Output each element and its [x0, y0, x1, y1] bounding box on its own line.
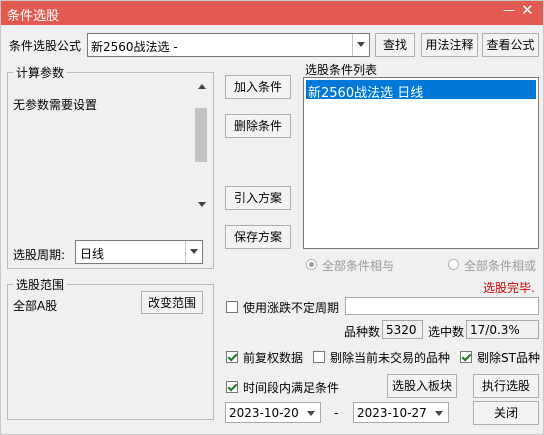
params-text: 无参数需要设置: [13, 98, 98, 112]
formula-select[interactable]: 新2560战法选 -: [87, 33, 370, 57]
scroll-down-icon[interactable]: [198, 202, 206, 207]
delete-condition-button[interactable]: 删除条件: [225, 114, 291, 138]
formula-select-value: 新2560战法选 -: [91, 40, 178, 54]
title-bar: 条件选股 — ✕: [1, 1, 543, 25]
stock-selection-dialog: 条件选股 — ✕ 条件选股公式 新2560战法选 - 查找 用法注释 查看公式 …: [0, 0, 544, 435]
in-period-label: 时间段内满足条件: [243, 381, 340, 395]
add-to-block-button[interactable]: 选股入板块: [387, 374, 457, 398]
add-condition-button[interactable]: 加入条件: [225, 75, 291, 99]
execute-selection-button[interactable]: 执行选股: [473, 374, 539, 398]
save-scheme-button[interactable]: 保存方案: [225, 225, 291, 249]
count-field: 5320: [382, 320, 423, 339]
pre-adjust-checkbox[interactable]: [226, 351, 238, 363]
find-button[interactable]: 查找: [375, 33, 415, 57]
exclude-st-label: 剔除ST品种: [477, 351, 540, 365]
chevron-down-icon[interactable]: [303, 403, 320, 422]
start-date-value: 2023-10-20: [229, 406, 299, 420]
params-group-label: 计算参数: [13, 64, 68, 81]
chevron-down-icon[interactable]: [185, 241, 202, 263]
import-scheme-button[interactable]: 引入方案: [225, 186, 291, 210]
end-date-picker[interactable]: 2023-10-27: [353, 402, 449, 423]
chevron-down-icon[interactable]: [431, 403, 448, 422]
count-value: 5320: [386, 323, 417, 337]
scope-value: 全部A股: [13, 299, 58, 313]
pre-adjust-label: 前复权数据: [243, 351, 304, 365]
scroll-thumb[interactable]: [195, 108, 207, 162]
formula-label: 条件选股公式: [9, 39, 82, 53]
condition-list-label: 选股条件列表: [305, 63, 378, 77]
count-label: 品种数: [344, 325, 381, 339]
condition-list[interactable]: 新2560战法选 日线: [303, 77, 539, 249]
params-scrollbar[interactable]: [194, 80, 209, 212]
exclude-untraded-label: 剔除当前未交易的品种: [330, 351, 451, 365]
variable-period-label: 使用涨跌不定周期: [243, 301, 340, 315]
all-and-radio[interactable]: [306, 259, 317, 270]
period-select[interactable]: 日线: [75, 240, 203, 264]
all-and-label: 全部条件相与: [322, 259, 395, 273]
end-date-value: 2023-10-27: [357, 406, 427, 420]
minimize-icon[interactable]: —: [503, 3, 517, 17]
exclude-untraded-checkbox[interactable]: [313, 351, 325, 363]
window-title: 条件选股: [7, 9, 60, 24]
variable-period-checkbox[interactable]: [226, 301, 238, 313]
status-text: 选股完毕.: [483, 281, 535, 295]
selected-field: 17/0.3%: [466, 320, 539, 339]
usage-notes-button[interactable]: 用法注释: [421, 33, 478, 57]
variable-period-input[interactable]: [345, 297, 539, 315]
date-separator: -: [334, 406, 339, 420]
in-period-checkbox[interactable]: [226, 381, 238, 393]
scope-group-label: 选股范围: [13, 276, 68, 293]
period-select-value: 日线: [80, 247, 105, 261]
selected-value: 17/0.3%: [470, 323, 520, 337]
close-button[interactable]: 关闭: [473, 401, 539, 425]
chevron-down-icon[interactable]: [352, 34, 369, 56]
exclude-st-checkbox[interactable]: [460, 351, 472, 363]
period-label: 选股周期:: [13, 248, 66, 262]
selected-label: 选中数: [428, 325, 465, 339]
close-icon[interactable]: ✕: [521, 1, 537, 19]
scroll-up-icon[interactable]: [198, 84, 206, 89]
start-date-picker[interactable]: 2023-10-20: [225, 402, 321, 423]
all-or-label: 全部条件相或: [464, 259, 537, 273]
change-scope-button[interactable]: 改变范围: [141, 291, 203, 314]
view-formula-button[interactable]: 查看公式: [482, 33, 539, 57]
condition-list-item[interactable]: 新2560战法选 日线: [306, 80, 536, 101]
all-or-radio[interactable]: [448, 259, 459, 270]
condition-list-item-text: 新2560战法选 日线: [308, 86, 424, 101]
